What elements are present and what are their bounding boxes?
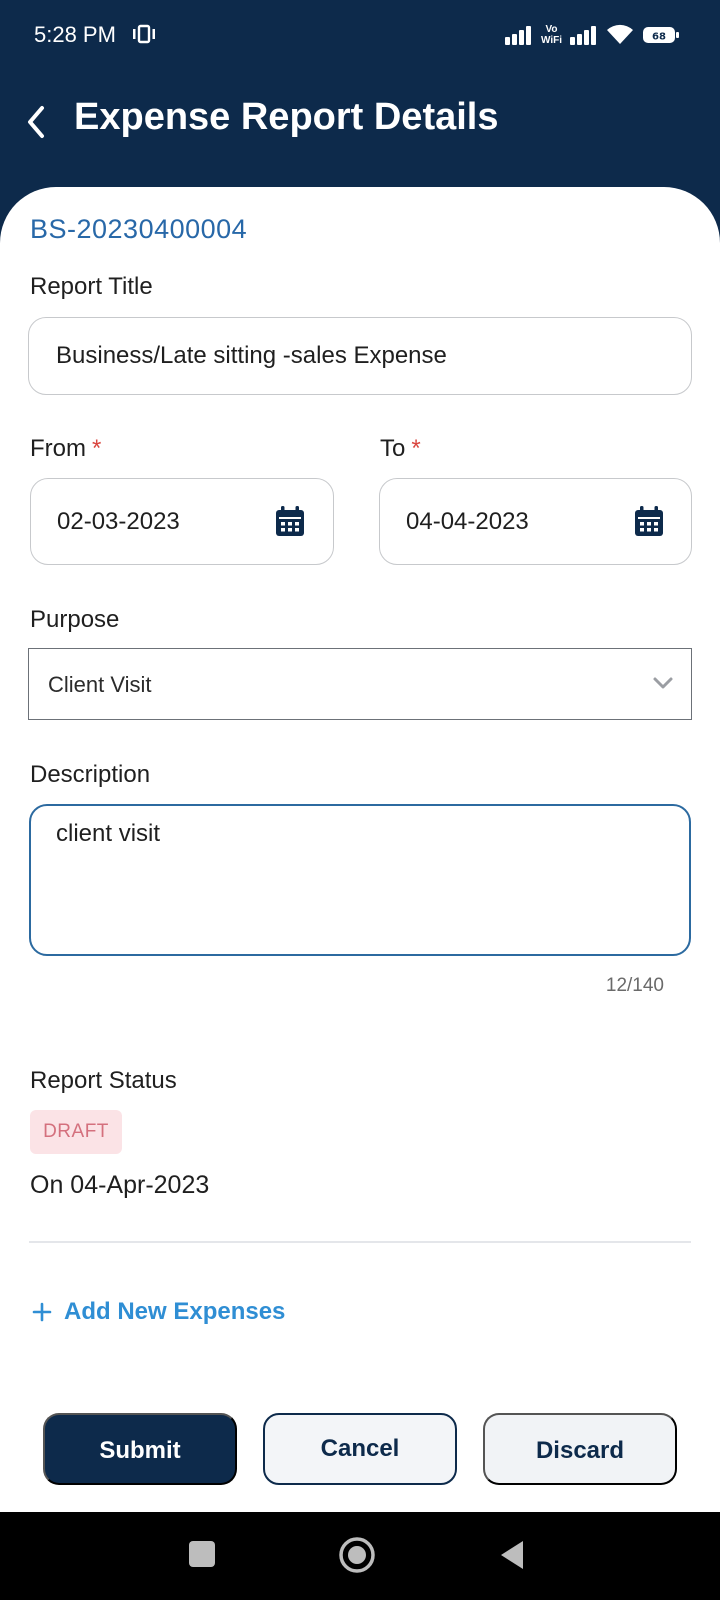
home-icon[interactable] [338, 1536, 376, 1574]
status-date: On 04-Apr-2023 [30, 1171, 210, 1199]
nav-back-icon[interactable] [497, 1538, 527, 1572]
from-label: From * [30, 435, 102, 462]
add-new-expenses-link[interactable]: Add New Expenses [32, 1298, 285, 1326]
from-date-value: 02-03-2023 [57, 508, 180, 535]
to-label: To * [380, 435, 421, 462]
vowifi-indicator: Vo WiFi [540, 24, 562, 46]
description-label: Description [30, 761, 151, 788]
battery-icon: 68 [643, 27, 679, 43]
required-mark: * [92, 435, 102, 462]
calendar-icon[interactable] [634, 505, 664, 537]
discard-button[interactable]: Discard [483, 1413, 677, 1485]
signal-icon [504, 26, 531, 45]
back-icon[interactable] [22, 102, 50, 142]
divider [29, 1241, 691, 1243]
plus-icon [32, 1302, 52, 1322]
recents-icon[interactable] [189, 1541, 215, 1567]
status-badge: DRAFT [30, 1110, 122, 1154]
status-time: 5:28 PM [34, 22, 116, 47]
cancel-button[interactable]: Cancel [263, 1413, 457, 1485]
svg-text:68: 68 [652, 32, 666, 43]
signal-icon-2 [570, 26, 596, 45]
add-new-expenses-label: Add New Expenses [64, 1298, 286, 1325]
char-counter: 12/140 [605, 975, 664, 996]
page-title: Expense Report Details [74, 96, 499, 138]
wifi-icon [607, 24, 633, 44]
to-date-value: 04-04-2023 [406, 508, 529, 535]
purpose-value: Client Visit [48, 672, 152, 697]
report-id: BS-20230400004 [30, 214, 248, 244]
report-title-label: Report Title [30, 273, 153, 300]
submit-button[interactable]: Submit [43, 1413, 237, 1485]
description-value: client visit [56, 820, 161, 847]
report-title-value: Business/Late sitting -sales Expense [56, 342, 447, 369]
status-bar: 5:28 PM Vo WiFi 68 [0, 0, 720, 70]
chevron-down-icon[interactable] [652, 674, 674, 692]
required-mark: * [411, 435, 421, 462]
calendar-icon[interactable] [275, 505, 305, 537]
report-status-label: Report Status [30, 1067, 177, 1094]
purpose-label: Purpose [30, 606, 120, 633]
vibrate-icon [133, 24, 155, 44]
